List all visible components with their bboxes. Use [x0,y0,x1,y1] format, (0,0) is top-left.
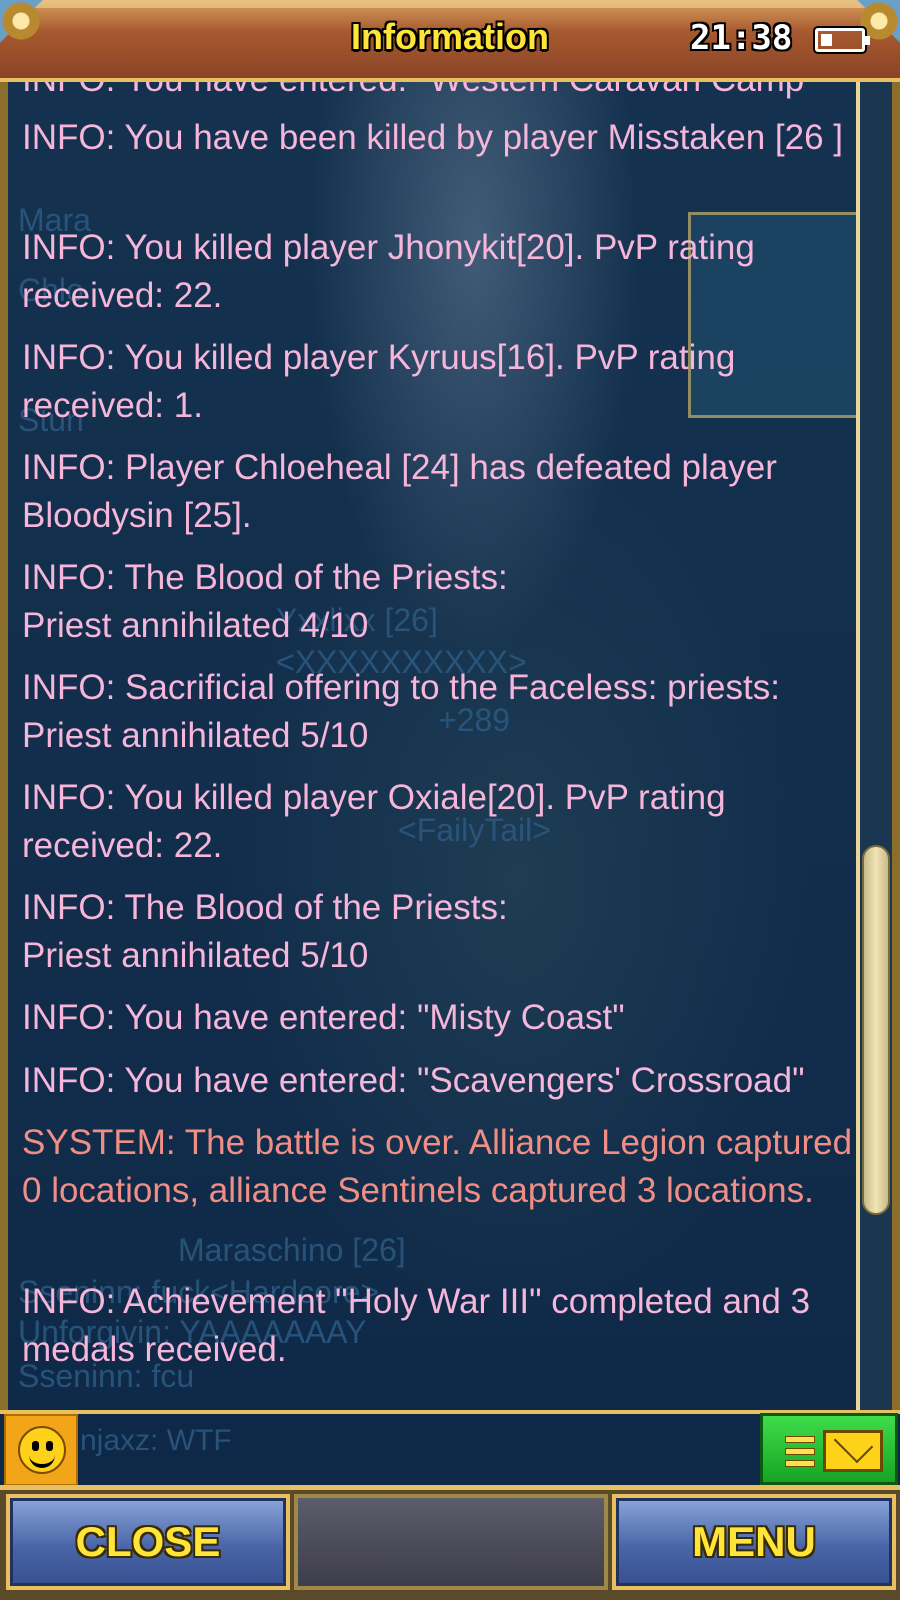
title-bar: Information 21:38 [0,0,900,82]
bottom-center-panel [294,1494,608,1590]
battery-icon [815,28,870,52]
bg-label: Maraschino [26] [178,1232,406,1268]
mail-button[interactable] [760,1413,898,1485]
log-message: INFO: The Blood of the Priests: Priest a… [22,888,508,975]
bg-label: njaxz: WTF [80,1424,232,1457]
smiley-eye [32,1441,39,1451]
scrollbar-track[interactable] [856,82,892,1410]
log-message: INFO: You killed player Kyruus[16]. PvP … [22,338,736,425]
scrollbar-thumb[interactable] [862,845,890,1215]
log-message: INFO: You have been killed by player Mis… [22,118,844,157]
log-message: INFO: You have entered: "Western Caravan… [22,82,856,104]
clock: 21:38 [690,18,793,58]
emoji-button[interactable] [4,1414,78,1486]
log-message: INFO: Player Chloeheal [24] has defeated… [22,448,777,535]
battery-level [821,34,832,46]
log-message: INFO: You killed player Jhonykit[20]. Pv… [22,228,755,315]
smiley-mouth [29,1452,55,1468]
log-message: INFO: You killed player Oxiale[20]. PvP … [22,778,726,865]
log-message: INFO: You have entered: "Misty Coast" [22,998,625,1037]
log-message: INFO: Achievement "Holy War III" complet… [22,1282,811,1369]
lines-icon [785,1436,815,1467]
log-message: INFO: Sacrificial offering to the Facele… [22,668,780,755]
log-message: INFO: You have entered: "Scavengers' Cro… [22,1061,805,1100]
menu-button[interactable]: MENU [612,1494,896,1590]
smiley-eye [46,1441,53,1451]
close-button[interactable]: CLOSE [6,1494,290,1590]
system-message: SYSTEM: The battle is over. Alliance Leg… [22,1123,853,1210]
info-log-panel[interactable]: Mara Chlo Stun Yxxlixx [26] <XXXXXXXXXX>… [8,82,856,1410]
mail-icon [823,1430,883,1472]
log-message: INFO: The Blood of the Priests: Priest a… [22,558,508,645]
smiley-icon [18,1426,66,1474]
